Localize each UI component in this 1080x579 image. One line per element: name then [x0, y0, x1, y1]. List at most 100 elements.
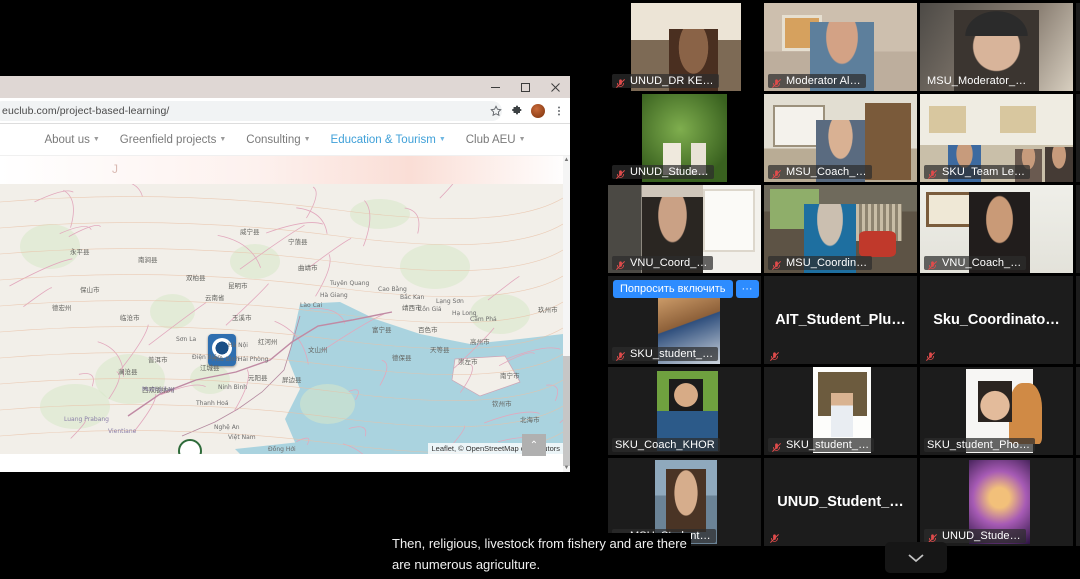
participant-video [1076, 94, 1080, 182]
map-label: Luang Prabang [64, 416, 109, 423]
map-label: Hà Giang [320, 292, 348, 299]
participant-avatar [1076, 458, 1080, 546]
map-label: 双柏县 [186, 272, 206, 282]
window-minimize-button[interactable] [480, 76, 510, 98]
participant-tile[interactable] [1076, 458, 1080, 546]
participant-nameplate: UNUD_DR KE… [612, 74, 719, 88]
participant-tile[interactable]: MSU_Coordin… [764, 185, 917, 273]
participant-tile[interactable]: MSU_Moderator_… [920, 3, 1073, 91]
participant-tile[interactable]: SKU_Coach_KHOR [608, 367, 761, 455]
participant-tile[interactable]: UNUD_Student_… [764, 458, 917, 546]
map-label: Tuyên Quang [330, 280, 369, 287]
participant-tile[interactable]: AIT_Student_Plu… [764, 276, 917, 364]
more-options-button[interactable]: ··· [736, 280, 759, 298]
map-label: 临沧市 [120, 312, 140, 322]
mic-muted-icon [927, 167, 938, 178]
nav-label: Consulting [246, 134, 300, 146]
participant-tile[interactable]: SKU_Team Le… [920, 94, 1073, 182]
participant-tile[interactable]: M [1076, 276, 1080, 364]
nav-item-greenfield-projects[interactable]: Greenfield projects ▼ [120, 134, 226, 146]
participant-tile[interactable]: V [1076, 185, 1080, 273]
nav-item-education-tourism[interactable]: Education & Tourism ▼ [331, 134, 446, 146]
window-close-button[interactable] [540, 76, 570, 98]
scrollbar-up-arrow[interactable]: ▲ [563, 156, 570, 164]
mic-muted-icon [771, 169, 782, 180]
map-label: 玉溪市 [232, 312, 252, 322]
participant-tile[interactable]: UNUD_Stude… [920, 458, 1073, 546]
participant-tile[interactable]: UNUD_Stude… [608, 94, 761, 182]
map-label: 保山市 [80, 284, 100, 294]
caption-line-2: are numerous agriculture. [388, 554, 544, 575]
window-maximize-button[interactable] [510, 76, 540, 98]
map-label: 钦州市 [492, 398, 512, 408]
leaflet-map[interactable]: Leaflet, © OpenStreetMap contributors 云南… [0, 184, 563, 454]
participant-tile[interactable]: SKU_student_… [764, 367, 917, 455]
participant-nameplate: MSU_Coach_… [768, 165, 872, 179]
profile-avatar[interactable] [531, 104, 545, 118]
mic-muted-icon [769, 531, 780, 542]
laos-university-marker[interactable] [178, 439, 204, 454]
participant-tile[interactable] [1076, 94, 1080, 182]
chevron-down-icon: ▼ [304, 136, 311, 143]
zoom-meeting-screen: euclub.com/project-based-learning/ About… [0, 0, 1080, 579]
mic-muted-icon [769, 351, 780, 362]
map-label: 永平县 [70, 246, 90, 256]
map-label: 德保县 [392, 352, 412, 362]
chrome-menu-icon[interactable] [552, 104, 566, 118]
map-label: 富宁县 [372, 324, 392, 334]
participant-name: UNUD_Stude… [942, 530, 1021, 542]
participant-tile[interactable]: Sku_Coordinato… [920, 276, 1073, 364]
back-to-top-button[interactable]: ⌃ [522, 434, 546, 456]
participant-name: VNU_Coord_… [630, 257, 708, 269]
participant-name: SKU_student_Pho… [927, 439, 1030, 451]
participant-name: UNUD_Stude… [630, 166, 709, 178]
page-scrollbar-thumb[interactable] [563, 356, 570, 466]
map-label: Điện Biên [192, 354, 221, 361]
participant-name-large: M [1076, 312, 1080, 328]
participant-tile[interactable]: VNU_Coord_… [608, 185, 761, 273]
participant-tile[interactable]: MSU_Coach_… [764, 94, 917, 182]
map-label: Hà Nội [228, 342, 248, 349]
mic-muted-icon [615, 351, 626, 362]
participant-tile[interactable]: UNUD_DR KE… [608, 3, 761, 91]
participant-avatar [1076, 367, 1080, 455]
mic-muted-icon [615, 349, 626, 360]
mic-muted-icon [615, 169, 626, 180]
mic-muted-icon [927, 260, 938, 271]
map-label: 澜沧县 [118, 366, 138, 376]
participant-tile[interactable] [1076, 367, 1080, 455]
chrome-browser-window: euclub.com/project-based-learning/ About… [0, 76, 570, 472]
map-label: Thanh Hoá [196, 400, 229, 407]
participant-tile[interactable]: SKU_student_Pho… [920, 367, 1073, 455]
map-label: Cẩm Phả [470, 316, 497, 323]
map-label: 昆明市 [228, 280, 248, 290]
participant-tile[interactable]: Moderator Al… [764, 3, 917, 91]
participant-tile[interactable]: VNU_Coach_… [920, 185, 1073, 273]
page-scrollbar[interactable]: ▲ ▼ [563, 156, 570, 472]
extensions-puzzle-icon[interactable] [510, 104, 524, 118]
map-label: 天等县 [430, 344, 450, 354]
participant-tile[interactable] [1076, 3, 1080, 91]
address-bar[interactable]: euclub.com/project-based-learning/ [0, 101, 502, 121]
map-label: Đồng Hới [268, 446, 296, 453]
participant-nameplate: SKU_student_… [768, 438, 874, 452]
participant-name: SKU_Coach_KHOR [615, 439, 715, 451]
ask-to-unmute-button[interactable]: Попросить включить [613, 280, 733, 298]
map-label: 南宁市 [500, 370, 520, 380]
mic-muted-icon [927, 169, 938, 180]
nav-item-consulting[interactable]: Consulting ▼ [246, 134, 310, 146]
bookmark-star-icon[interactable] [489, 104, 503, 118]
scrollbar-down-arrow[interactable]: ▼ [563, 464, 570, 472]
chevron-up-icon: ⌃ [530, 440, 538, 451]
map-label: 南涧县 [138, 254, 158, 264]
browser-titlebar [0, 76, 570, 98]
map-label: Hải Phòng [238, 356, 268, 363]
nav-item-about-us[interactable]: About us ▼ [44, 134, 99, 146]
nav-label: Greenfield projects [120, 134, 217, 146]
map-label: Lạng Sơn [436, 298, 464, 305]
mic-muted-icon [771, 260, 782, 271]
gallery-scroll-down-button[interactable] [885, 542, 947, 573]
participant-tile[interactable]: Попросить включить··· SKU_student_… [608, 276, 761, 364]
nav-item-club-aeu[interactable]: Club AEU ▼ [466, 134, 526, 146]
mic-muted-icon [615, 78, 626, 89]
